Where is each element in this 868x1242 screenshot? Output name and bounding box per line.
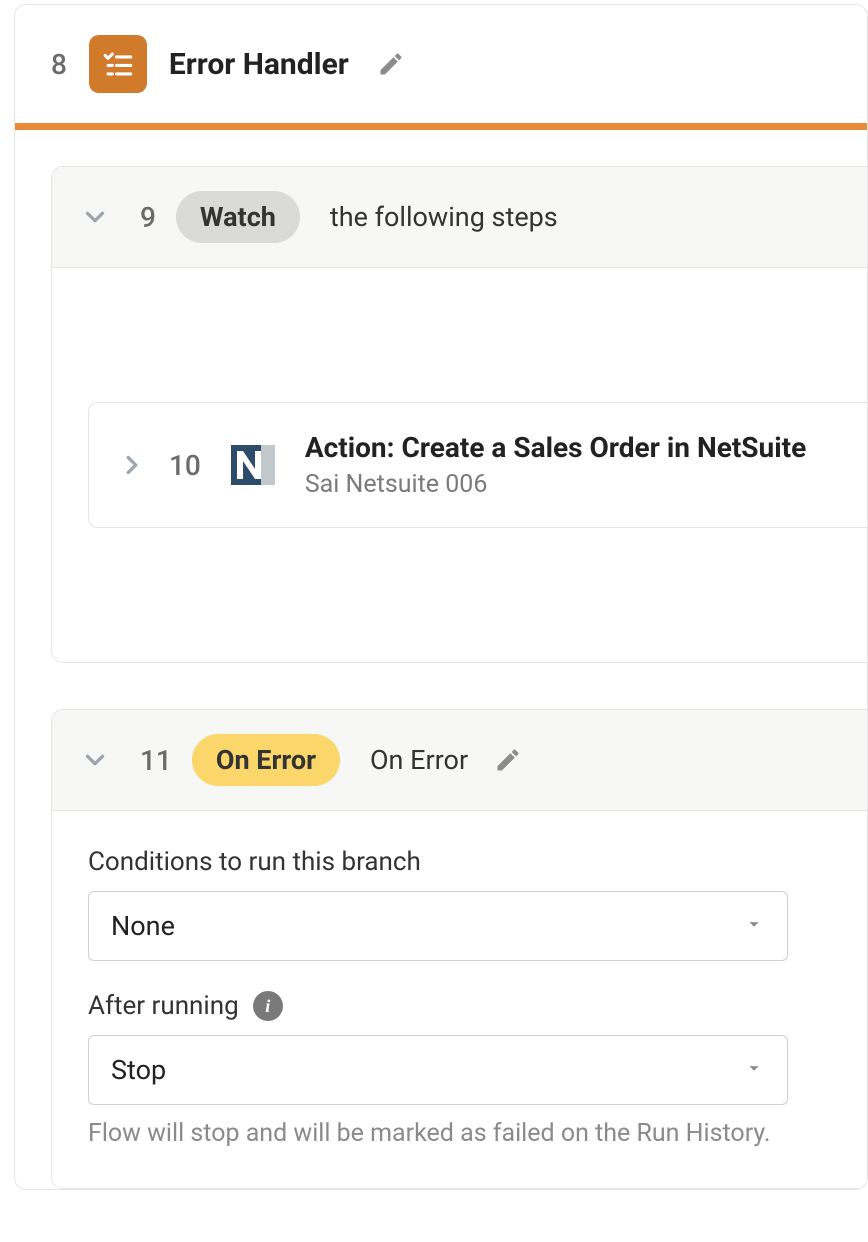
conditions-field: Conditions to run this branch None [88, 847, 847, 961]
error-handler-card: 8 Error Handler 9 [14, 4, 868, 1190]
after-running-field: After running i Stop Flow will stop and … [88, 991, 847, 1148]
step-number-11: 11 [140, 744, 172, 777]
step-number-9: 9 [140, 201, 156, 234]
conditions-select[interactable]: None [88, 891, 788, 961]
step-number-8: 8 [51, 48, 67, 81]
watch-section: 9 Watch the following steps 10 [51, 166, 867, 663]
edit-title-button[interactable] [377, 50, 405, 78]
conditions-label: Conditions to run this branch [88, 847, 421, 877]
action-subtitle: Sai Netsuite 006 [305, 470, 806, 499]
card-title: Error Handler [169, 47, 349, 82]
edit-on-error-button[interactable] [494, 746, 522, 774]
accent-bar [15, 123, 867, 130]
watch-section-header[interactable]: 9 Watch the following steps [52, 167, 867, 268]
caret-down-icon [743, 1057, 765, 1083]
on-error-description: On Error [370, 744, 468, 776]
action-card[interactable]: 10 Action: Create a Sales Order in NetSu… [88, 402, 867, 528]
netsuite-icon [223, 435, 283, 495]
step-number-10: 10 [169, 449, 201, 482]
action-text: Action: Create a Sales Order in NetSuite… [305, 431, 806, 499]
card-header: 8 Error Handler [15, 5, 867, 123]
watch-description: the following steps [330, 201, 558, 233]
after-running-select[interactable]: Stop [88, 1035, 788, 1105]
after-running-label: After running [88, 991, 239, 1021]
conditions-value: None [111, 910, 175, 942]
info-icon[interactable]: i [253, 991, 283, 1021]
on-error-pill: On Error [192, 734, 340, 786]
chevron-down-icon[interactable] [80, 745, 110, 775]
caret-down-icon [743, 913, 765, 939]
on-error-section-body: Conditions to run this branch None After… [52, 811, 867, 1188]
action-title: Action: Create a Sales Order in NetSuite [305, 431, 806, 464]
after-running-value: Stop [111, 1054, 166, 1086]
on-error-section-header[interactable]: 11 On Error On Error [52, 710, 867, 811]
watch-pill: Watch [176, 191, 300, 243]
watch-section-body: 10 Action: Create a Sales Order in NetSu… [52, 268, 867, 662]
chevron-right-icon[interactable] [117, 450, 147, 480]
on-error-section: 11 On Error On Error Conditions to run t… [51, 709, 867, 1189]
after-running-helper: Flow will stop and will be marked as fai… [88, 1119, 847, 1148]
chevron-down-icon[interactable] [80, 202, 110, 232]
error-handler-icon [89, 35, 147, 93]
